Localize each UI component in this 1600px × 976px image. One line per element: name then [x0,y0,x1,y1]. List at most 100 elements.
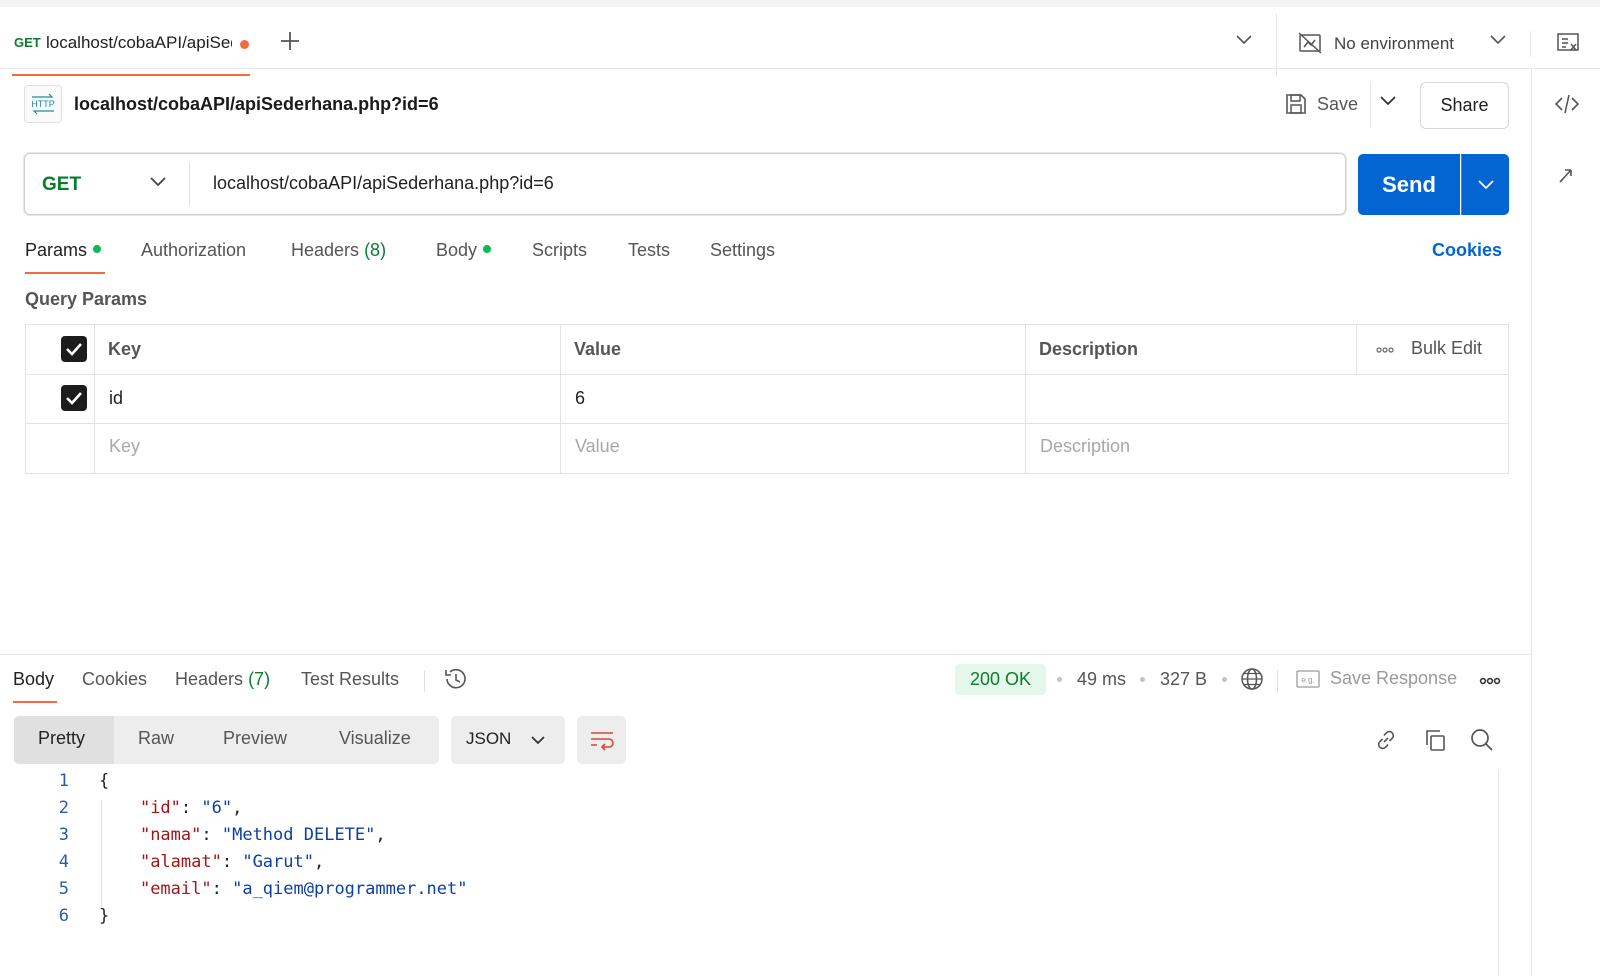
chevron-down-icon [1380,96,1396,106]
chevron-down-icon [1477,179,1494,189]
send-options-dropdown[interactable] [1461,154,1509,215]
tab-body[interactable]: Body [436,240,492,261]
code-line[interactable]: "email": "a_qiem@programmer.net" [99,879,468,899]
chevron-down-icon [150,177,166,187]
copy-icon[interactable] [1423,728,1447,752]
select-all-checkbox[interactable] [61,336,87,362]
line-number: 1 [58,771,69,791]
history-icon[interactable] [443,667,469,691]
format-preview[interactable]: Preview [223,728,287,749]
save-response-button[interactable]: Save Response [1330,668,1457,689]
line-number: 5 [58,879,69,899]
arrows-icon [1559,169,1572,183]
request-title[interactable]: localhost/cobaAPI/apiSederhana.php?id=6 [74,94,439,115]
new-param-description-input[interactable]: Description [1040,436,1130,457]
save-icon[interactable] [1284,92,1308,116]
send-button[interactable]: Send [1358,154,1460,215]
format-visualize[interactable]: Visualize [339,728,411,749]
environment-selector[interactable]: No environment [1334,34,1454,54]
tab-settings[interactable]: Settings [710,240,775,261]
code-line[interactable]: "alamat": "Garut", [99,852,324,872]
http-badge-text: HTTP [31,99,55,109]
divider [1370,82,1371,128]
tab-tests[interactable]: Tests [628,240,670,261]
code-snippet-button[interactable] [1554,93,1580,115]
no-environment-icon [1298,32,1322,54]
line-number: 6 [58,906,69,926]
request-tab[interactable]: GET localhost/cobaAPI/apiSederhana.php?i… [12,14,250,76]
wrap-icon [590,732,614,751]
response-tab-headers[interactable]: Headers (7) [175,669,270,690]
related-collections-button[interactable] [1556,164,1576,186]
response-time[interactable]: 49 ms [1077,669,1126,690]
save-button[interactable]: Save [1317,94,1358,115]
method-dropdown[interactable] [150,177,166,187]
tabs-dropdown-button[interactable] [1236,35,1252,45]
params-table: Key Value Description Bulk Edit id 6 Key… [25,324,1509,474]
code-line[interactable]: } [99,906,109,926]
format-pretty[interactable]: Pretty [38,728,85,749]
code-line[interactable]: "nama": "Method DELETE", [99,825,386,845]
response-tab-body[interactable]: Body [13,669,54,690]
divider [424,670,425,692]
tab-headers-label: Headers [291,240,360,260]
divider [189,162,190,206]
bulk-edit-button[interactable]: Bulk Edit [1411,338,1482,359]
query-params-heading: Query Params [25,289,148,309]
active-dot-icon [93,245,102,254]
more-options-icon[interactable] [1479,677,1501,685]
tab-scripts-label: Scripts [532,240,588,260]
tab-params-label: Params [25,240,88,260]
response-tab-headers-label: Headers [175,669,244,689]
chevron-down-icon [531,736,545,745]
json-value: "Garut" [242,852,314,872]
send-label: Send [1382,171,1436,197]
tab-headers[interactable]: Headers (8) [291,240,386,261]
method-select[interactable]: GET [42,174,81,196]
response-tab-test-results[interactable]: Test Results [301,669,399,690]
link-icon[interactable] [1374,728,1398,752]
search-icon[interactable] [1470,728,1494,752]
new-param-value-input[interactable]: Value [575,436,620,457]
json-trail: , [232,798,243,818]
row-checkbox[interactable] [61,385,87,411]
share-button[interactable]: Share [1420,82,1509,129]
new-param-key-input[interactable]: Key [109,436,140,457]
globe-icon[interactable] [1240,667,1264,691]
column-header-value: Value [574,339,622,359]
response-size[interactable]: 327 B [1160,669,1207,690]
wrap-lines-button[interactable] [577,716,626,764]
more-options-icon[interactable] [1376,347,1394,353]
new-tab-button[interactable] [280,31,300,51]
param-value-cell[interactable]: 6 [575,388,585,409]
json-value: "6" [201,798,233,818]
environment-quick-look-button[interactable] [1556,32,1580,56]
json-value: "a_qiem@programmer.net" [232,879,468,899]
code-line[interactable]: { [99,771,109,791]
json-key: "id" [139,798,181,818]
cookies-link[interactable]: Cookies [1432,240,1502,261]
json-key: "email" [139,879,212,899]
json-value: "Method DELETE" [221,825,376,845]
example-icon: e.g. [1296,670,1320,688]
tab-scripts[interactable]: Scripts [532,240,587,261]
column-header-description: Description [1039,339,1139,359]
save-options-dropdown[interactable] [1380,96,1396,106]
code-line[interactable]: "id": "6", [99,798,242,818]
response-tab-cookies[interactable]: Cookies [82,669,147,690]
divider [1277,670,1278,692]
divider [1498,770,1499,976]
param-key-cell[interactable]: id [109,388,123,409]
tab-authorization[interactable]: Authorization [141,240,246,261]
format-raw[interactable]: Raw [138,728,174,749]
separator-dot [1222,677,1227,682]
tab-params[interactable]: Params [25,240,102,261]
line-number: 4 [58,852,69,872]
chevron-down-icon [1236,35,1252,45]
status-badge[interactable]: 200 OK [955,664,1046,695]
separator-dot [1140,677,1145,682]
divider [1276,14,1277,76]
language-select[interactable]: JSON [451,716,565,764]
environment-dropdown[interactable] [1490,35,1506,45]
url-input[interactable]: localhost/cobaAPI/apiSederhana.php?id=6 [213,173,554,194]
